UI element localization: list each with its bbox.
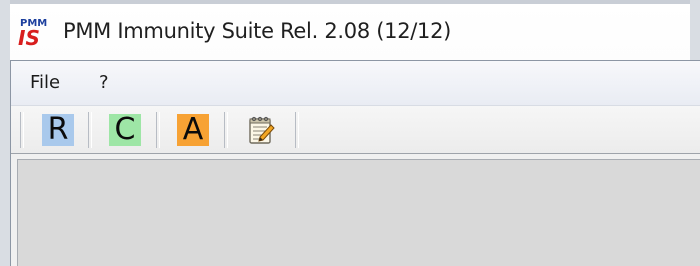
menu-file[interactable]: File (30, 72, 60, 93)
toolbar-separator (156, 112, 160, 148)
title-bar[interactable]: PMM IS PMM Immunity Suite Rel. 2.08 (12/… (10, 4, 690, 60)
logo-text-bottom: IS (18, 26, 40, 48)
screen-edge-left (0, 0, 10, 266)
menu-help[interactable]: ? (99, 72, 109, 93)
a-button[interactable]: A (177, 114, 209, 146)
toolbar-separator (295, 112, 299, 148)
menu-bar: File ? (11, 61, 700, 105)
app-frame: PMM IS PMM Immunity Suite Rel. 2.08 (12/… (0, 0, 700, 266)
notepad-pencil-icon[interactable] (244, 114, 276, 146)
toolbar: R C A (11, 106, 700, 154)
toolbar-grip[interactable] (20, 112, 24, 148)
window-title: PMM Immunity Suite Rel. 2.08 (12/12) (63, 19, 452, 43)
toolbar-separator (88, 112, 92, 148)
c-button[interactable]: C (109, 114, 141, 146)
app-logo-icon: PMM IS (18, 18, 47, 48)
main-window: File ? R C A (10, 60, 700, 266)
workspace-area (17, 159, 700, 266)
r-button[interactable]: R (42, 114, 74, 146)
toolbar-separator (224, 112, 228, 148)
